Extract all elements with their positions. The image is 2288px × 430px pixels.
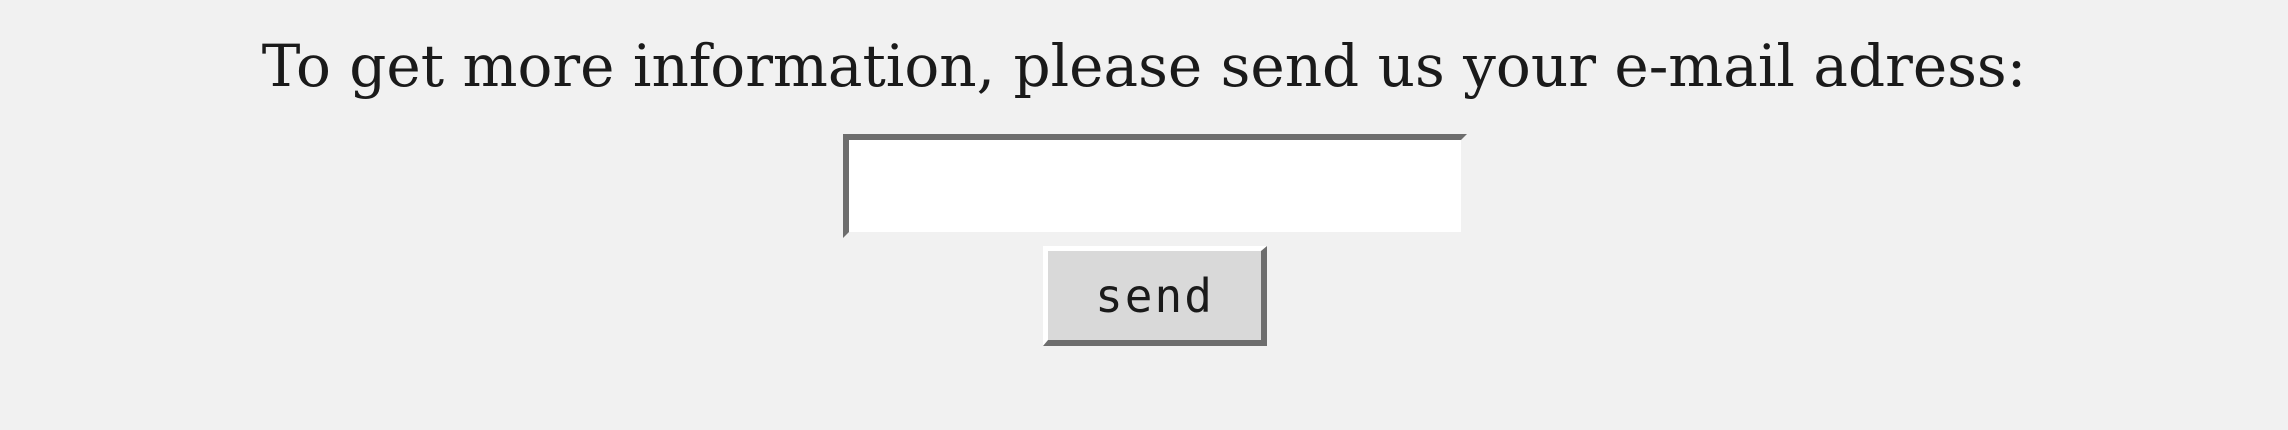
email-prompt-text: To get more information, please send us …: [261, 32, 2027, 100]
email-field[interactable]: [843, 134, 1467, 238]
email-signup-form: To get more information, please send us …: [0, 0, 2288, 430]
send-button[interactable]: send: [1043, 246, 1267, 346]
